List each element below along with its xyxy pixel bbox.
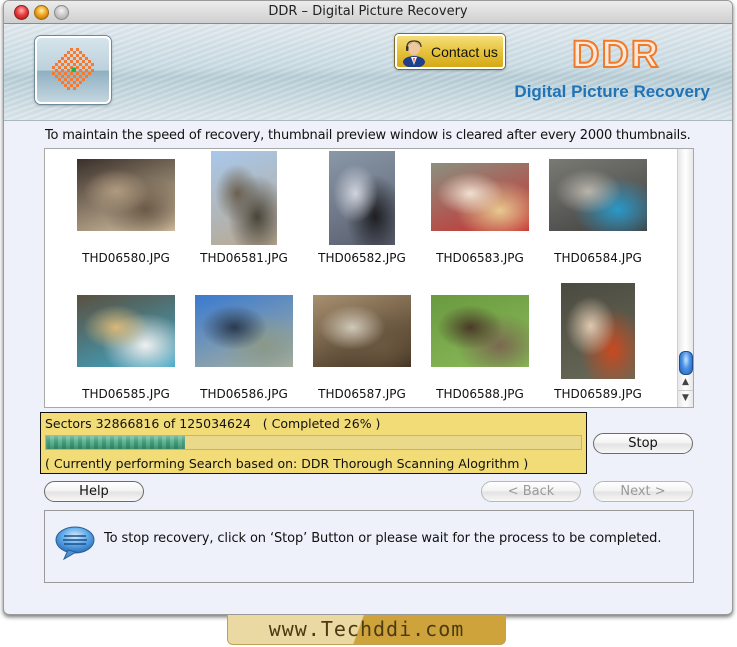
scroll-up-arrow-icon[interactable]: ▲ xyxy=(678,375,693,391)
algorithm-status: ( Currently performing Search based on: … xyxy=(45,456,529,471)
thumbnail-image[interactable] xyxy=(431,163,529,231)
thumbnail-scrollbar[interactable]: ▲ ▼ xyxy=(677,149,693,407)
message-box: To stop recovery, click on ‘Stop’ Button… xyxy=(44,510,694,583)
thumbnail-filename: THD06587.JPG xyxy=(318,387,406,401)
stop-button[interactable]: Stop xyxy=(593,433,693,454)
help-button[interactable]: Help xyxy=(44,481,144,502)
thumbnail-image[interactable] xyxy=(329,151,395,245)
brand-subtitle: Digital Picture Recovery xyxy=(514,82,710,101)
contact-us-button[interactable]: Contact us xyxy=(395,34,505,69)
brand-name: DDR xyxy=(571,33,661,77)
website-link[interactable]: www.Techddi.com xyxy=(269,617,465,641)
thumbnail-filename: THD06586.JPG xyxy=(200,387,288,401)
progress-panel: Sectors 32866816 of 125034624 ( Complete… xyxy=(40,412,587,474)
contact-us-label: Contact us xyxy=(431,43,498,60)
thumbnail-image[interactable] xyxy=(561,283,635,379)
thumbnail-image[interactable] xyxy=(549,159,647,231)
close-window-button[interactable] xyxy=(14,5,29,20)
thumbnail-filename: THD06588.JPG xyxy=(436,387,524,401)
scroll-down-arrow-icon[interactable]: ▼ xyxy=(678,391,693,406)
app-logo xyxy=(35,36,111,104)
zoom-window-button[interactable] xyxy=(54,5,69,20)
thumbnail-filename: THD06585.JPG xyxy=(82,387,170,401)
sectors-status: Sectors 32866816 of 125034624 ( Complete… xyxy=(45,416,381,431)
info-text: To maintain the speed of recovery, thumb… xyxy=(45,128,691,143)
app-header: Contact us DDR Digital Picture Recovery xyxy=(4,24,732,121)
ddr-checker-logo-icon xyxy=(52,48,94,90)
thumbnail-filename: THD06581.JPG xyxy=(200,251,288,265)
speech-bubble-icon xyxy=(55,526,95,561)
thumbnail-image[interactable] xyxy=(431,295,529,367)
window-title: DDR – Digital Picture Recovery xyxy=(268,4,468,19)
thumbnail-image[interactable] xyxy=(195,295,293,367)
back-button[interactable]: < Back xyxy=(481,481,581,502)
progress-bar xyxy=(45,435,582,450)
thumbnail-image[interactable] xyxy=(313,295,411,367)
website-badge[interactable]: www.Techddi.com xyxy=(227,615,506,645)
app-window: DDR – Digital Picture Recovery Contact u… xyxy=(3,0,733,615)
message-text: To stop recovery, click on ‘Stop’ Button… xyxy=(104,531,662,546)
progress-bar-fill xyxy=(46,436,186,449)
thumbnail-filename: THD06584.JPG xyxy=(554,251,642,265)
thumbnail-image[interactable] xyxy=(77,295,175,367)
scrollbar-thumb[interactable] xyxy=(679,351,693,375)
thumbnail-preview-panel: THD06580.JPG THD06581.JPG THD06582.JPG THD0… xyxy=(44,148,694,408)
thumbnail-image[interactable] xyxy=(211,151,277,245)
minimize-window-button[interactable] xyxy=(34,5,49,20)
title-bar: DDR – Digital Picture Recovery xyxy=(4,1,732,24)
next-button[interactable]: Next > xyxy=(593,481,693,502)
support-person-icon xyxy=(403,39,425,67)
thumbnail-filename: THD06580.JPG xyxy=(82,251,170,265)
thumbnail-filename: THD06589.JPG xyxy=(554,387,642,401)
thumbnail-filename: THD06583.JPG xyxy=(436,251,524,265)
thumbnail-filename: THD06582.JPG xyxy=(318,251,406,265)
thumbnail-image[interactable] xyxy=(77,159,175,231)
